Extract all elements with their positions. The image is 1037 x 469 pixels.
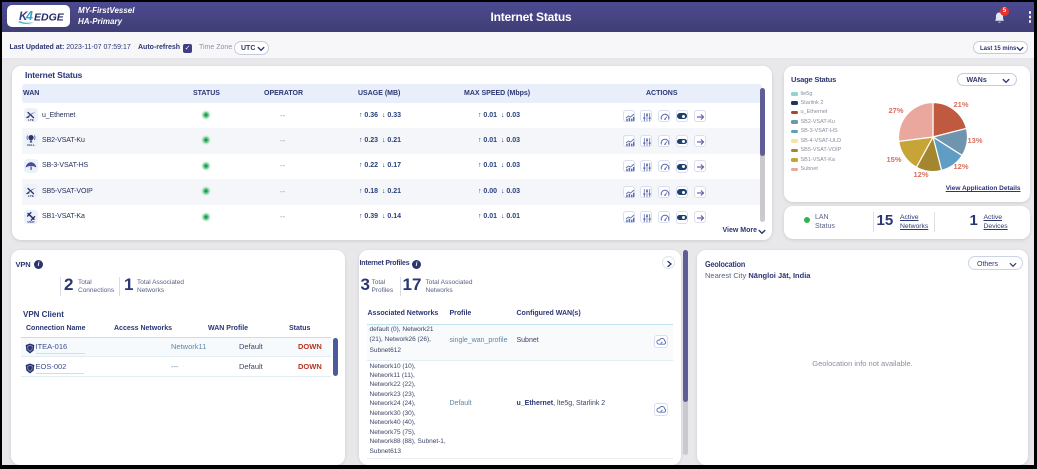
svg-text:LTE: LTE [28, 118, 34, 122]
svg-text:CELL: CELL [27, 143, 35, 147]
svg-text:VSAT: VSAT [27, 220, 35, 224]
svg-text:LTE: LTE [28, 194, 34, 198]
